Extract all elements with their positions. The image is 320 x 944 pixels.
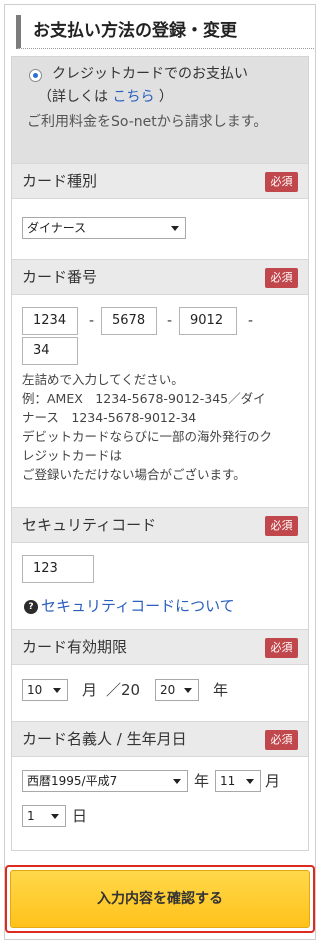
expiry-year-prefix: ／20	[106, 681, 141, 699]
chevron-down-icon	[246, 779, 254, 784]
card-type-select[interactable]: ダイナース	[22, 217, 186, 239]
holder-birth-header: カード名義人 / 生年月日 必須	[12, 721, 308, 757]
expiry-year-select[interactable]: 20	[155, 679, 199, 701]
chevron-down-icon	[171, 226, 179, 231]
required-badge: 必須	[265, 268, 298, 288]
birth-year-value: 西暦1995/平成7	[27, 774, 118, 788]
card-type-header: カード種別 必須	[12, 163, 308, 199]
required-badge: 必須	[265, 638, 298, 658]
card-number-separator: -	[89, 313, 95, 329]
card-type-value: ダイナース	[27, 221, 87, 235]
birth-day-unit: 日	[72, 807, 88, 825]
birth-day-value: 1	[27, 809, 35, 823]
expiry-header: カード有効期限 必須	[12, 629, 308, 665]
help-line: 左詰めで入力してください。	[22, 372, 184, 387]
help-line: ご登録いただけない場合がございます。	[22, 467, 246, 482]
details-link[interactable]: こちら	[112, 89, 154, 105]
payment-note: ご利用料金をSo-netから請求します。	[27, 114, 268, 130]
help-line: レジットカードは	[22, 448, 123, 463]
security-code-field[interactable]: 123	[22, 555, 94, 583]
security-code-label: セキュリティコード	[22, 516, 157, 534]
help-line: デビットカードならびに一部の海外発行のク	[22, 429, 273, 444]
chevron-down-icon	[53, 688, 61, 693]
page-title: お支払い方法の登録・変更	[16, 15, 314, 49]
confirm-button-frame: 入力内容を確認する	[5, 865, 315, 933]
required-badge: 必須	[265, 516, 298, 536]
card-number-label: カード番号	[22, 268, 98, 286]
info-icon: ?	[24, 600, 38, 614]
card-type-label: カード種別	[22, 172, 98, 190]
birth-month-value: 11	[220, 774, 236, 788]
birth-month-select[interactable]: 11	[215, 770, 261, 792]
chevron-down-icon	[184, 688, 192, 693]
card-number-field-1[interactable]: 1234	[22, 307, 78, 335]
card-number-field-4[interactable]: 34	[22, 337, 78, 365]
expiry-month-value: 10	[27, 683, 43, 697]
expiry-month-unit: 月	[82, 681, 98, 699]
expiry-year-unit: 年	[213, 681, 229, 699]
birth-month-unit: 月	[265, 772, 281, 790]
security-code-link[interactable]: セキュリティコードについて	[41, 595, 235, 617]
payment-detail-line: （詳しくは こちら ）	[38, 86, 173, 108]
payment-form: クレジットカードでのお支払い （詳しくは こちら ） ご利用料金をSo-netか…	[11, 56, 309, 851]
credit-card-option-label[interactable]: クレジットカードでのお支払い	[52, 63, 248, 85]
help-line: 例：AMEX 1234-5678-9012-345／ダイ	[22, 391, 266, 406]
required-badge: 必須	[265, 172, 298, 192]
payment-method-panel: クレジットカードでのお支払い （詳しくは こちら ） ご利用料金をSo-netか…	[12, 57, 308, 163]
detail-suffix: ）	[158, 89, 173, 105]
birth-year-unit: 年	[194, 772, 210, 790]
help-line: ナース 1234-5678-9012-34	[22, 410, 197, 425]
radio-selected-dot	[33, 73, 38, 78]
card-number-separator: -	[248, 313, 254, 329]
holder-birth-label: カード名義人 / 生年月日	[22, 730, 187, 748]
card-number-field-2[interactable]: 5678	[101, 307, 157, 335]
chevron-down-icon	[173, 779, 181, 784]
expiry-label: カード有効期限	[22, 638, 128, 656]
card-number-header: カード番号 必須	[12, 259, 308, 295]
expiry-month-select[interactable]: 10	[22, 679, 68, 701]
expiry-year-value: 20	[160, 683, 176, 697]
card-number-field-3[interactable]: 9012	[179, 307, 237, 335]
credit-card-radio[interactable]	[29, 69, 42, 82]
required-badge: 必須	[265, 730, 298, 750]
card-number-separator: -	[167, 313, 173, 329]
birth-day-select[interactable]: 1	[22, 805, 66, 827]
birth-year-select[interactable]: 西暦1995/平成7	[22, 770, 188, 792]
detail-prefix: （詳しくは	[38, 89, 108, 105]
card-number-help: 左詰めで入力してください。 例：AMEX 1234-5678-9012-345／…	[22, 370, 302, 484]
security-code-header: セキュリティコード 必須	[12, 507, 308, 543]
chevron-down-icon	[51, 814, 59, 819]
confirm-button[interactable]: 入力内容を確認する	[10, 870, 310, 928]
